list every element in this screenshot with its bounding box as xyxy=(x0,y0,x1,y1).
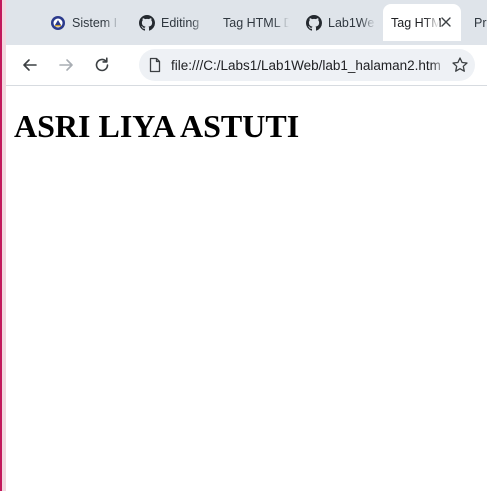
tab-tag-html-active[interactable]: Tag HTM xyxy=(383,4,461,41)
reload-button[interactable] xyxy=(90,53,114,77)
document-icon xyxy=(149,57,161,73)
tab-strip: Sistem I Editing Tag HTML D Lab1We Tag H… xyxy=(6,0,487,45)
github-icon xyxy=(139,14,155,31)
page-content: ASRI LIYA ASTUTI xyxy=(6,86,487,491)
star-icon[interactable] xyxy=(451,56,469,74)
tab-tag-html-d[interactable]: Tag HTML D xyxy=(223,4,289,41)
address-bar[interactable]: file:///C:/Labs1/Lab1Web/lab1_halaman2.h… xyxy=(139,49,475,81)
browser-toolbar: file:///C:/Labs1/Lab1Web/lab1_halaman2.h… xyxy=(6,45,487,86)
back-button[interactable] xyxy=(18,53,42,77)
reload-icon xyxy=(95,57,109,72)
tab-pra[interactable]: Pra xyxy=(474,4,487,41)
tab-label: Pra xyxy=(474,15,487,30)
tab-lab1web[interactable]: Lab1We xyxy=(306,4,376,41)
tab-sistem[interactable]: Sistem I xyxy=(50,4,120,41)
page-heading: ASRI LIYA ASTUTI xyxy=(14,108,300,144)
github-icon xyxy=(306,14,322,31)
close-icon[interactable] xyxy=(439,15,453,29)
tab-editing[interactable]: Editing xyxy=(139,4,207,41)
forward-arrow-icon xyxy=(59,59,73,71)
back-arrow-icon xyxy=(23,59,37,71)
url-text[interactable]: file:///C:/Labs1/Lab1Web/lab1_halaman2.h… xyxy=(171,49,447,81)
university-logo-icon xyxy=(50,15,66,31)
forward-button[interactable] xyxy=(54,53,78,77)
